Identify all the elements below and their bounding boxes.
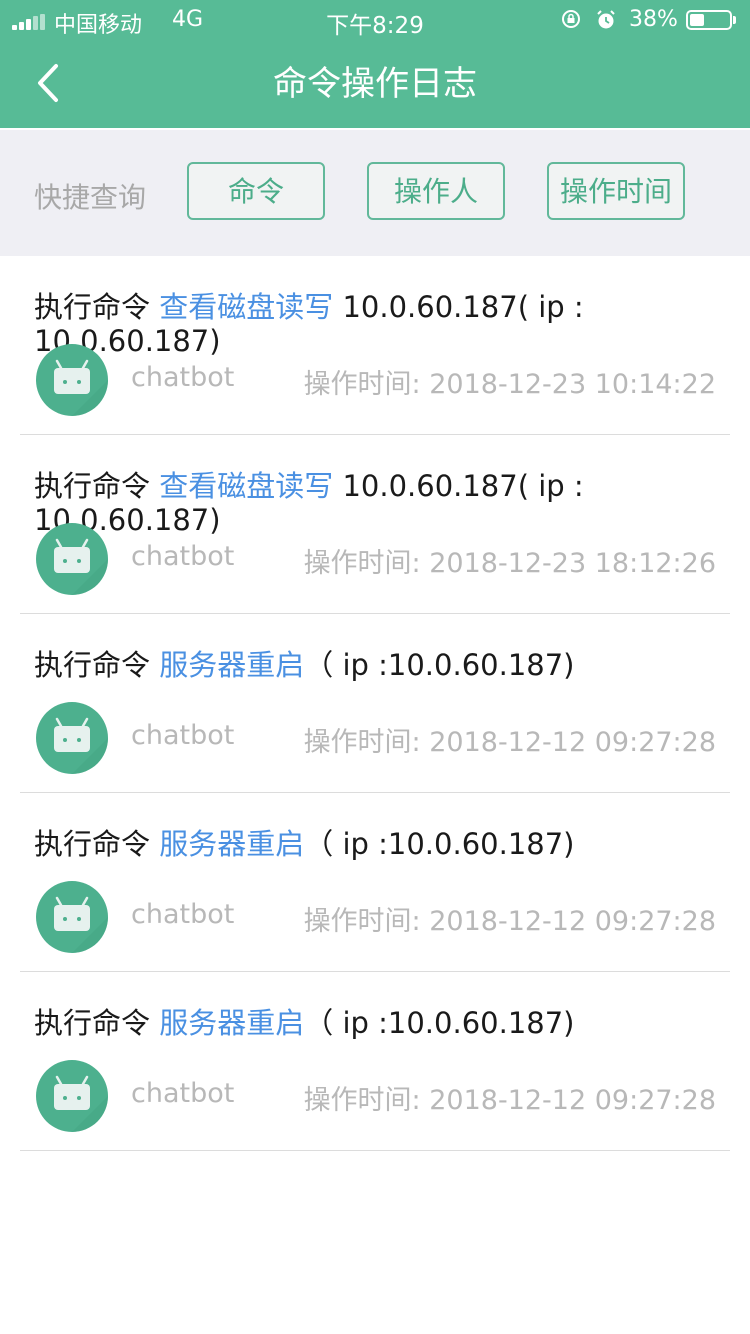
rotation-lock-icon <box>562 10 580 28</box>
avatar <box>36 881 108 953</box>
log-prefix: 执行命令 <box>34 1006 160 1040</box>
robot-icon <box>54 896 108 953</box>
status-bar: 中国移动 4G 下午8:29 38% <box>0 0 750 40</box>
list-item[interactable]: 执行命令 服务器重启（ ip :10.0.60.187) chatbot 操作时… <box>0 972 750 1151</box>
log-detail: （ ip :10.0.60.187) <box>304 827 575 861</box>
operator-name: chatbot <box>131 1078 235 1109</box>
quick-filter-label: 快捷查询 <box>34 181 147 214</box>
log-prefix: 执行命令 <box>34 469 160 503</box>
operation-time: 操作时间: 2018-12-23 18:12:26 <box>303 548 716 579</box>
robot-icon <box>54 1075 108 1132</box>
battery-tip <box>733 16 736 24</box>
command-link[interactable]: 服务器重启 <box>159 648 304 682</box>
operation-time: 操作时间: 2018-12-12 09:27:28 <box>303 1085 716 1116</box>
page-title: 命令操作日志 <box>273 64 477 104</box>
command-link[interactable]: 服务器重启 <box>159 827 304 861</box>
log-prefix: 执行命令 <box>34 648 160 682</box>
list-item[interactable]: 执行命令 服务器重启（ ip :10.0.60.187) chatbot 操作时… <box>0 793 750 972</box>
log-detail: （ ip :10.0.60.187) <box>304 1006 575 1040</box>
command-link[interactable]: 查看磁盘读写 <box>159 469 333 503</box>
log-text: 执行命令 查看磁盘读写 10.0.60.187( ip : 10.0.60.18… <box>34 469 604 537</box>
operator-name: chatbot <box>131 362 235 393</box>
command-link[interactable]: 查看磁盘读写 <box>159 290 333 324</box>
robot-icon <box>54 359 108 416</box>
filter-command-button[interactable]: 命令 <box>187 162 325 220</box>
log-prefix: 执行命令 <box>34 827 160 861</box>
filter-operator-button[interactable]: 操作人 <box>367 162 505 220</box>
alarm-icon <box>597 10 615 29</box>
avatar <box>36 523 108 595</box>
log-text: 执行命令 服务器重启（ ip :10.0.60.187) <box>34 648 604 682</box>
log-text: 执行命令 服务器重启（ ip :10.0.60.187) <box>34 1006 604 1040</box>
operator-name: chatbot <box>131 899 235 930</box>
operation-time: 操作时间: 2018-12-12 09:27:28 <box>303 906 716 937</box>
robot-icon <box>54 538 108 595</box>
app-header: 中国移动 4G 下午8:29 38% 命令操作日志 <box>0 0 750 128</box>
filter-time-button[interactable]: 操作时间 <box>547 162 685 220</box>
log-detail: （ ip :10.0.60.187) <box>304 648 575 682</box>
list-item[interactable]: 执行命令 查看磁盘读写 10.0.60.187( ip : 10.0.60.18… <box>0 435 750 614</box>
operation-time: 操作时间: 2018-12-12 09:27:28 <box>303 727 716 758</box>
log-text: 执行命令 查看磁盘读写 10.0.60.187( ip : 10.0.60.18… <box>34 290 604 358</box>
operator-name: chatbot <box>131 541 235 572</box>
operator-name: chatbot <box>131 720 235 751</box>
list-item[interactable]: 执行命令 查看磁盘读写 10.0.60.187( ip : 10.0.60.18… <box>0 256 750 435</box>
avatar <box>36 344 108 416</box>
command-link[interactable]: 服务器重启 <box>159 1006 304 1040</box>
divider <box>20 1150 730 1151</box>
battery-percent: 38% <box>629 7 678 32</box>
battery-icon <box>686 10 732 30</box>
operation-time: 操作时间: 2018-12-23 10:14:22 <box>303 369 716 400</box>
robot-icon <box>54 717 108 774</box>
log-text: 执行命令 服务器重启（ ip :10.0.60.187) <box>34 827 604 861</box>
avatar <box>36 1060 108 1132</box>
list-item[interactable]: 执行命令 服务器重启（ ip :10.0.60.187) chatbot 操作时… <box>0 614 750 793</box>
avatar <box>36 702 108 774</box>
log-prefix: 执行命令 <box>34 290 160 324</box>
